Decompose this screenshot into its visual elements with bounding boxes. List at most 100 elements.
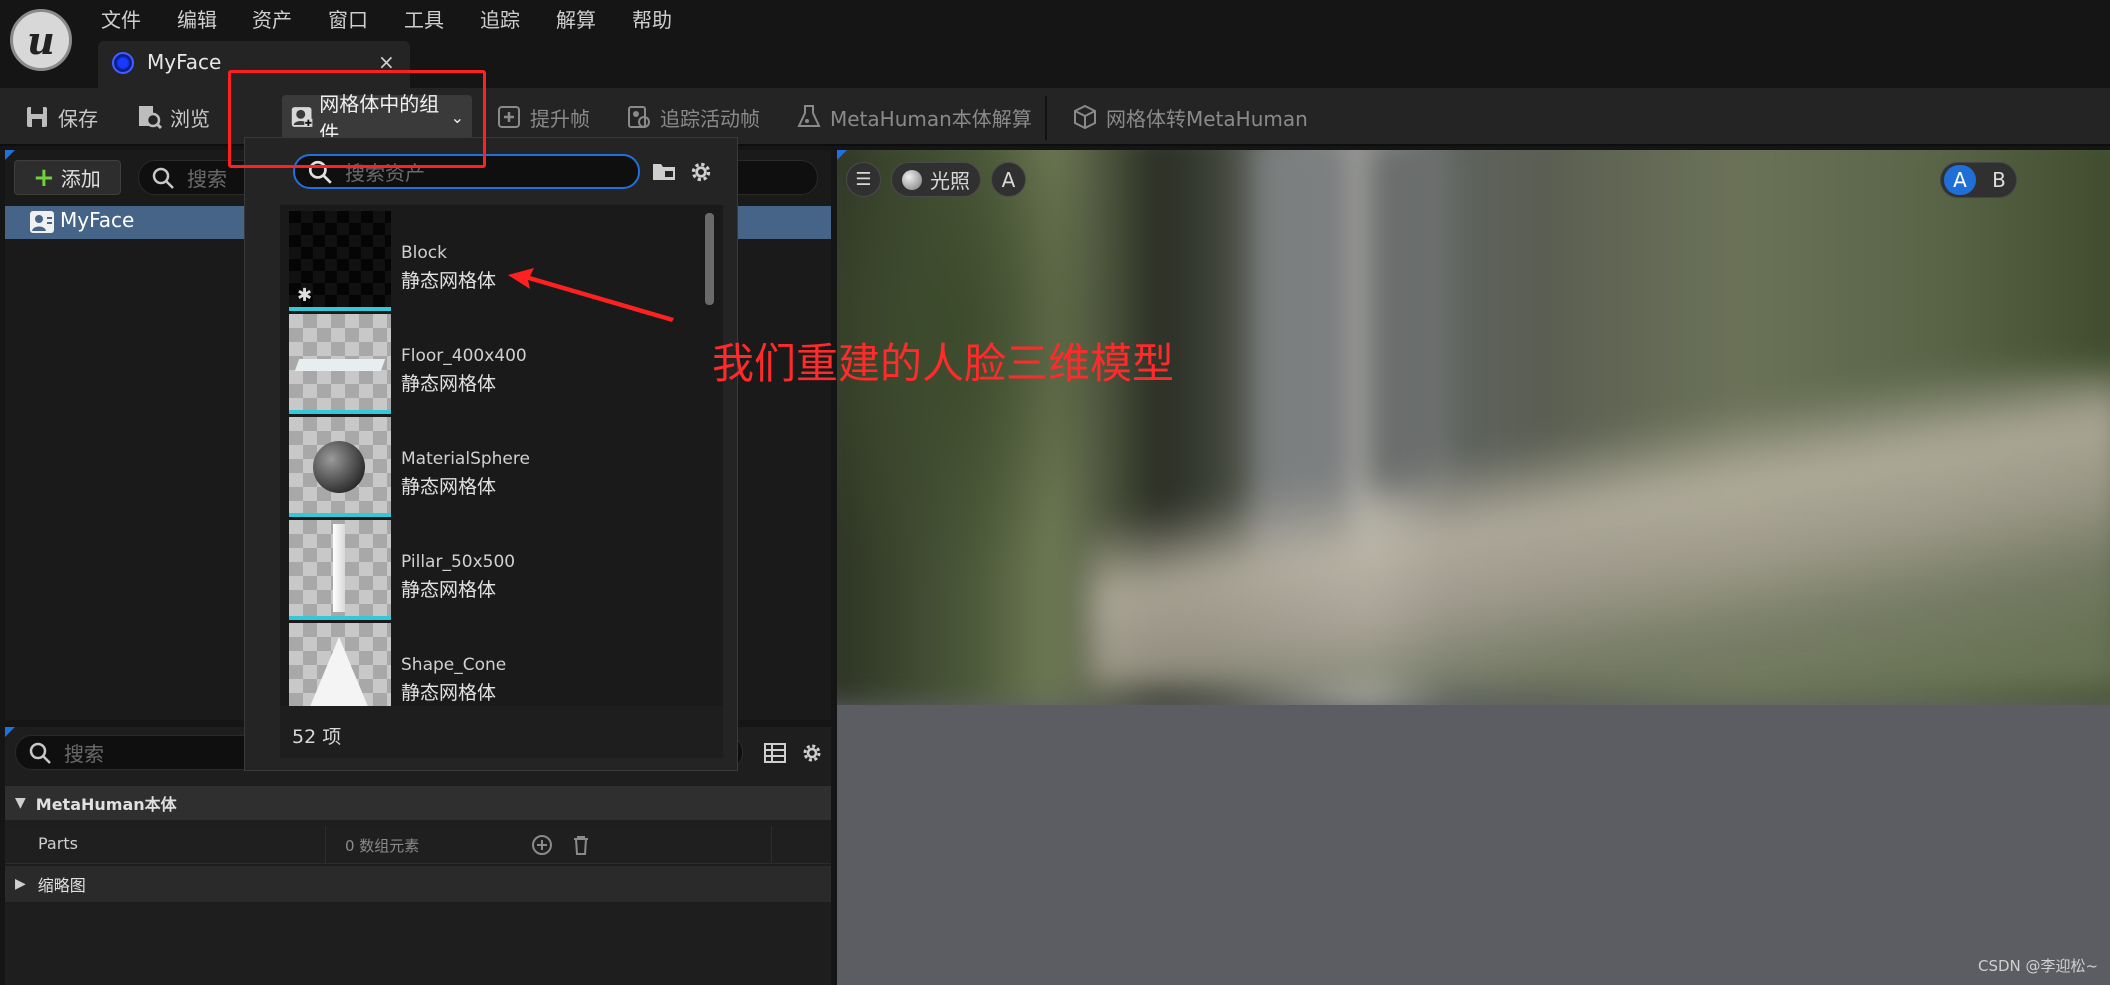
asset-thumbnail: ✱	[289, 211, 391, 311]
asset-type: 静态网格体	[401, 270, 497, 292]
asset-thumbnail	[289, 314, 391, 414]
menu-help[interactable]: 帮助	[632, 4, 672, 33]
promote-frame-button[interactable]: 提升帧	[490, 95, 596, 139]
menu-edit[interactable]: 编辑	[177, 4, 217, 33]
track-active-frame-label: 追踪活动帧	[660, 106, 760, 131]
asset-name: Floor_400x400	[401, 346, 527, 366]
asset-search-placeholder: 搜索资产	[345, 161, 425, 185]
components-from-mesh-button[interactable]: 网格体中的组件 ⌄	[282, 92, 472, 145]
browse-label: 浏览	[170, 106, 210, 131]
asset-type: 静态网格体	[401, 579, 497, 601]
asset-search-input[interactable]: 搜索资产	[293, 154, 640, 189]
table-view-icon[interactable]	[763, 741, 787, 765]
chevron-down-icon: ⌄	[450, 107, 464, 127]
panel-corner-marker	[5, 150, 15, 160]
asset-name: Shape_Cone	[401, 655, 507, 675]
search-icon	[308, 160, 332, 184]
save-icon	[27, 107, 47, 127]
lighting-label: 光照	[930, 169, 970, 193]
panel-corner-marker	[837, 150, 847, 160]
viewport-ground	[837, 705, 2110, 985]
expand-down-icon: ▼	[15, 795, 26, 811]
asset-thumbnail	[289, 417, 391, 517]
metahuman-solve-label: MetaHuman本体解算	[830, 106, 1032, 131]
thumbnail-label: 缩略图	[37, 876, 86, 895]
sphere-icon	[902, 169, 922, 190]
viewport[interactable]	[837, 150, 2110, 985]
mesh-to-metahuman-label: 网格体转MetaHuman	[1106, 106, 1308, 131]
trash-icon[interactable]	[570, 834, 592, 856]
asset-type: 静态网格体	[401, 476, 497, 498]
plus-icon: +	[33, 162, 55, 193]
tree-item-label: MyFace	[60, 208, 135, 232]
menu-tracking[interactable]: 追踪	[480, 4, 520, 33]
view-a-button[interactable]: A	[991, 162, 1026, 197]
add-label: 添加	[60, 167, 101, 191]
browse-button[interactable]: 浏览	[130, 95, 216, 139]
lighting-mode-button[interactable]: 光照	[891, 162, 981, 197]
details-search-placeholder: 搜索	[64, 742, 104, 766]
flask-icon	[797, 105, 821, 127]
column-divider	[325, 826, 326, 864]
add-element-icon[interactable]	[531, 834, 553, 856]
asset-type: 静态网格体	[401, 682, 497, 704]
parts-value: 0 数组元素	[345, 837, 420, 855]
hamburger-icon: ☰	[855, 169, 872, 190]
asset-name: Block	[401, 243, 447, 263]
asset-list-scrollbar[interactable]	[705, 213, 714, 305]
menu-tools[interactable]: 工具	[404, 4, 444, 33]
asset-item-pillar[interactable]: Pillar_50x500 静态网格体	[289, 520, 709, 620]
annotation-text: 我们重建的人脸三维模型	[712, 339, 1175, 388]
asset-type: 静态网格体	[401, 373, 497, 395]
promote-frame-icon	[498, 106, 520, 128]
metahuman-identity-icon	[112, 52, 134, 74]
add-component-icon	[291, 107, 313, 127]
asset-name: Pillar_50x500	[401, 552, 516, 572]
document-tab[interactable]	[98, 41, 410, 88]
section-header-thumbnail[interactable]: ▶ 缩略图	[5, 866, 831, 902]
asset-item-material-sphere[interactable]: MaterialSphere 静态网格体	[289, 417, 709, 517]
close-tab-icon[interactable]: ×	[378, 50, 395, 74]
asset-name: MaterialSphere	[401, 449, 530, 469]
panel-corner-marker	[5, 727, 15, 737]
menu-assets[interactable]: 资产	[252, 4, 292, 33]
unreal-logo-icon[interactable]: u	[10, 9, 72, 71]
cube-icon	[1074, 104, 1096, 130]
add-button[interactable]: + 添加	[14, 160, 121, 195]
promote-frame-label: 提升帧	[530, 106, 590, 131]
asterisk-icon: ✱	[297, 285, 313, 306]
search-icon	[29, 742, 51, 764]
save-button[interactable]: 保存	[18, 95, 104, 139]
menu-file[interactable]: 文件	[101, 4, 141, 33]
metahuman-solve-button[interactable]: MetaHuman本体解算	[790, 95, 1038, 139]
viewport-steps	[1087, 370, 2110, 690]
asset-item-floor[interactable]: Floor_400x400 静态网格体	[289, 314, 709, 414]
menu-window[interactable]: 窗口	[328, 4, 368, 33]
parts-label: Parts	[38, 834, 78, 853]
mesh-to-metahuman-button[interactable]: 网格体转MetaHuman	[1066, 95, 1314, 139]
ab-toggle-b[interactable]: B	[1985, 165, 2013, 195]
expand-right-icon: ▶	[15, 876, 26, 892]
search-icon	[152, 167, 174, 189]
section-header-metahuman-identity[interactable]: ▼ MetaHuman本体	[5, 786, 831, 820]
view-a-label: A	[1001, 167, 1016, 192]
parts-property-row: Parts 0 数组元素	[5, 826, 831, 864]
save-label: 保存	[58, 106, 98, 131]
metahuman-asset-icon	[30, 211, 54, 233]
track-active-frame-button[interactable]: 追踪活动帧	[620, 95, 766, 139]
browse-icon	[139, 106, 162, 130]
column-divider	[771, 826, 772, 864]
ab-toggle-a[interactable]: A	[1944, 165, 1976, 195]
document-tab-label: MyFace	[147, 50, 222, 74]
watermark: CSDN @李迎松~	[1978, 957, 2099, 975]
menu-solve[interactable]: 解算	[556, 4, 596, 33]
annotation-arrow	[508, 268, 674, 322]
gear-icon[interactable]	[800, 741, 824, 765]
folder-view-icon[interactable]	[651, 159, 677, 183]
toolbar-separator	[1045, 96, 1047, 140]
gear-icon[interactable]	[688, 159, 714, 185]
track-frame-icon	[628, 106, 650, 128]
asset-count: 52 项	[292, 726, 342, 748]
section-title: MetaHuman本体	[35, 795, 177, 814]
viewport-menu-button[interactable]: ☰	[846, 162, 881, 197]
